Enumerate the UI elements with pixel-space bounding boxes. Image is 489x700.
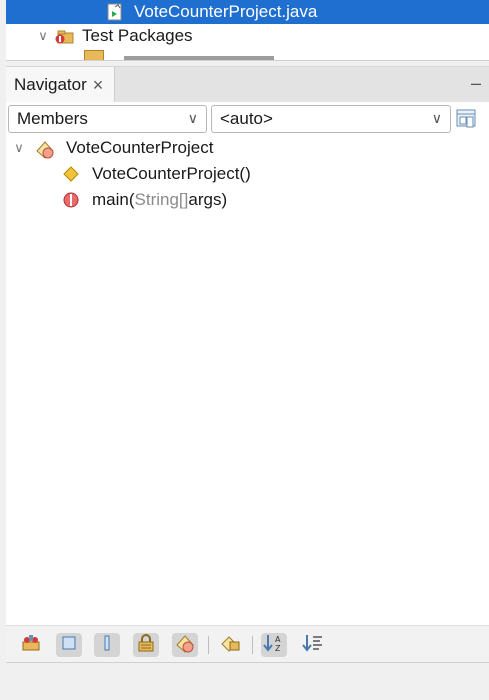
constructor-icon	[62, 165, 80, 183]
close-icon[interactable]: ×	[93, 75, 104, 96]
show-static-members-button[interactable]	[94, 633, 120, 657]
sort-by-name-button[interactable]: A Z	[261, 633, 287, 657]
project-file-label: VoteCounterProject.java	[134, 2, 318, 21]
navigator-panel: Members ∨ <auto> ∨ ∨ VoteCounterProject	[6, 102, 489, 663]
main-method-name: main(	[92, 190, 135, 209]
tab-navigator-label: Navigator	[14, 75, 87, 94]
main-method-param-rest: args)	[188, 190, 228, 209]
static-icon	[98, 634, 116, 657]
static-method-icon	[62, 191, 80, 209]
show-non-public-members-button[interactable]	[133, 633, 159, 657]
show-inherited-members-button[interactable]	[18, 633, 44, 657]
chevron-down-icon[interactable]: ∨	[34, 28, 52, 44]
chevron-down-icon: ∨	[431, 110, 442, 126]
main-method-param-type: String[]	[134, 190, 189, 209]
fields-icon	[60, 634, 78, 657]
chevron-down-icon[interactable]: ∨	[10, 140, 28, 156]
members-filter-value: Members	[17, 109, 88, 128]
tree-item-constructor-label: VoteCounterProject()	[92, 164, 251, 183]
java-file-icon	[106, 3, 124, 21]
fqn-icon	[219, 633, 241, 658]
filters-icon[interactable]	[455, 108, 477, 130]
navigator-filter-toolbar: A Z	[6, 625, 489, 662]
sort-by-source-button[interactable]	[300, 633, 326, 657]
clipped-row-text	[124, 56, 274, 60]
svg-text:A: A	[275, 635, 281, 644]
inner-class-icon	[174, 633, 196, 658]
tree-root-row[interactable]: ∨ VoteCounterProject	[10, 136, 213, 160]
view-mode-value: <auto>	[220, 109, 273, 128]
show-inner-classes-button[interactable]	[172, 633, 198, 657]
members-filter-select[interactable]: Members ∨	[8, 105, 207, 133]
package-icon	[84, 50, 104, 60]
sort-alpha-icon: A Z	[263, 633, 285, 658]
tree-root-label: VoteCounterProject	[66, 138, 214, 157]
tree-item-constructor[interactable]: VoteCounterProject()	[62, 162, 251, 186]
toolbar-separator	[208, 636, 209, 654]
tab-navigator[interactable]: Navigator ×	[6, 67, 115, 103]
svg-text:Z: Z	[275, 644, 281, 653]
show-fqn-button[interactable]	[217, 633, 243, 657]
projects-tree-fragment: VoteCounterProject.java ∨ Test Packages	[6, 0, 489, 61]
inherited-icon	[20, 633, 42, 658]
view-mode-select[interactable]: <auto> ∨	[211, 105, 451, 133]
tree-item-main-method[interactable]: main(String[] args)	[62, 188, 227, 212]
test-packages-row[interactable]: ∨ Test Packages	[6, 24, 489, 48]
show-fields-button[interactable]	[56, 633, 82, 657]
test-packages-label: Test Packages	[82, 26, 193, 45]
chevron-down-icon: ∨	[187, 110, 198, 126]
class-icon	[34, 139, 56, 159]
toolbar-separator	[252, 636, 253, 654]
sort-source-icon	[302, 633, 324, 658]
test-packages-icon	[54, 27, 74, 45]
minimize-icon[interactable]: –	[471, 73, 481, 94]
project-file-row[interactable]: VoteCounterProject.java	[6, 0, 489, 24]
navigator-tab-bar: Navigator × –	[6, 66, 489, 103]
lock-icon	[136, 633, 156, 658]
